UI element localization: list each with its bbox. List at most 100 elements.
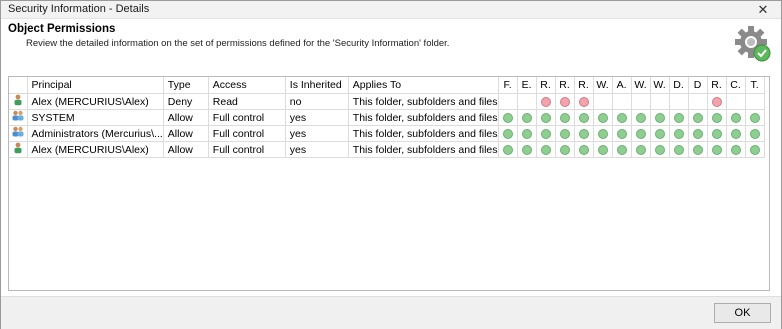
allow-indicator-icon [654, 144, 665, 155]
column-header[interactable]: Is Inherited [285, 77, 349, 94]
table-row[interactable]: SYSTEM Allow Full control yes This folder, s… [9, 109, 765, 126]
permission-column-header[interactable]: E. [517, 77, 537, 94]
allow-indicator-icon [540, 144, 551, 155]
principal-cell: SYSTEM [27, 109, 164, 126]
permission-column-header[interactable]: T. [745, 77, 765, 94]
permission-cell [688, 93, 708, 110]
allow-indicator-icon [635, 144, 646, 155]
permission-cell [536, 93, 556, 110]
permission-column-header[interactable]: C. [726, 77, 746, 94]
allow-indicator-icon [521, 144, 532, 155]
permission-column-header[interactable]: D. [669, 77, 689, 94]
column-header[interactable]: Type [163, 77, 209, 94]
permission-column-header[interactable]: R. [574, 77, 594, 94]
permission-cell [517, 141, 537, 158]
permission-cell [669, 125, 689, 142]
permission-cell [688, 125, 708, 142]
allow-indicator-icon [673, 144, 684, 155]
deny-indicator-icon [559, 96, 570, 107]
allow-indicator-icon [692, 128, 703, 139]
close-icon[interactable]: ✕ [755, 1, 771, 18]
allow-indicator-icon [578, 112, 589, 123]
allow-indicator-icon [540, 112, 551, 123]
permission-cell [574, 109, 594, 126]
table-header-row: Principal Type Access Is Inherited Applies T… [9, 77, 765, 94]
allow-indicator-icon [521, 128, 532, 139]
inherited-cell: yes [285, 141, 349, 158]
type-cell: Allow [163, 125, 209, 142]
permission-cell [688, 141, 708, 158]
user-icon [9, 93, 28, 110]
permission-column-header[interactable]: W. [593, 77, 613, 94]
permission-cell [745, 125, 765, 142]
permission-cell [726, 141, 746, 158]
header-panel: Object Permissions Review the detailed i… [1, 19, 781, 67]
table-row[interactable]: Alex (MERCURIUS\Alex) Deny Read no This fold… [9, 93, 765, 110]
principal-cell: Alex (MERCURIUS\Alex) [27, 93, 164, 110]
deny-indicator-icon [711, 96, 722, 107]
access-cell: Read [208, 93, 286, 110]
allow-indicator-icon [730, 144, 741, 155]
permission-cell [707, 93, 727, 110]
applies-to-cell: This folder, subfolders and files [348, 93, 499, 110]
user-icon [9, 141, 28, 158]
permission-cell [726, 109, 746, 126]
permission-cell [574, 141, 594, 158]
allow-indicator-icon [502, 112, 513, 123]
permission-cell [669, 93, 689, 110]
permission-cell [669, 141, 689, 158]
permission-cell [688, 109, 708, 126]
permission-column-header[interactable]: R. [536, 77, 556, 94]
principal-cell: Administrators (Mercurius\... [27, 125, 164, 142]
dialog-footer: OK [1, 296, 781, 329]
column-header[interactable]: Applies To [348, 77, 499, 94]
permission-column-header[interactable]: R. [555, 77, 575, 94]
inherited-cell: yes [285, 109, 349, 126]
principal-cell: Alex (MERCURIUS\Alex) [27, 141, 164, 158]
table-row[interactable]: Administrators (Mercurius\... Allow Full c… [9, 125, 765, 142]
permission-column-header[interactable]: W. [631, 77, 651, 94]
permission-cell [555, 125, 575, 142]
permission-cell [498, 141, 518, 158]
type-cell: Allow [163, 109, 209, 126]
permission-cell [593, 93, 613, 110]
permission-column-header[interactable]: D [688, 77, 708, 94]
column-header[interactable]: Principal [27, 77, 164, 94]
permission-cell [707, 125, 727, 142]
permission-cell [612, 125, 632, 142]
permission-cell [631, 141, 651, 158]
allow-indicator-icon [654, 112, 665, 123]
allow-indicator-icon [692, 144, 703, 155]
ok-button[interactable]: OK [714, 303, 771, 323]
applies-to-cell: This folder, subfolders and files [348, 125, 499, 142]
permission-column-header[interactable]: A. [612, 77, 632, 94]
column-header[interactable] [9, 77, 28, 94]
group-icon [9, 109, 28, 126]
gear-check-icon [735, 26, 771, 62]
allow-indicator-icon [597, 112, 608, 123]
permission-cell [536, 141, 556, 158]
permission-cell [517, 109, 537, 126]
permission-cell [745, 93, 765, 110]
permission-column-header[interactable]: R. [707, 77, 727, 94]
permission-column-header[interactable]: F. [498, 77, 518, 94]
allow-indicator-icon [597, 128, 608, 139]
deny-indicator-icon [578, 96, 589, 107]
column-header[interactable]: Access [208, 77, 286, 94]
allow-indicator-icon [692, 112, 703, 123]
inherited-cell: yes [285, 125, 349, 142]
permission-cell [631, 109, 651, 126]
inherited-cell: no [285, 93, 349, 110]
allow-indicator-icon [749, 112, 760, 123]
section-title: Object Permissions [8, 23, 116, 35]
permissions-grid[interactable]: Principal Type Access Is Inherited Applies T… [8, 76, 770, 291]
allow-indicator-icon [673, 112, 684, 123]
allow-indicator-icon [540, 128, 551, 139]
allow-indicator-icon [559, 144, 570, 155]
allow-indicator-icon [616, 112, 627, 123]
permission-cell [536, 109, 556, 126]
permission-column-header[interactable]: W. [650, 77, 670, 94]
table-row[interactable]: Alex (MERCURIUS\Alex) Allow Full control ye… [9, 141, 765, 158]
permission-cell [669, 109, 689, 126]
allow-indicator-icon [502, 128, 513, 139]
